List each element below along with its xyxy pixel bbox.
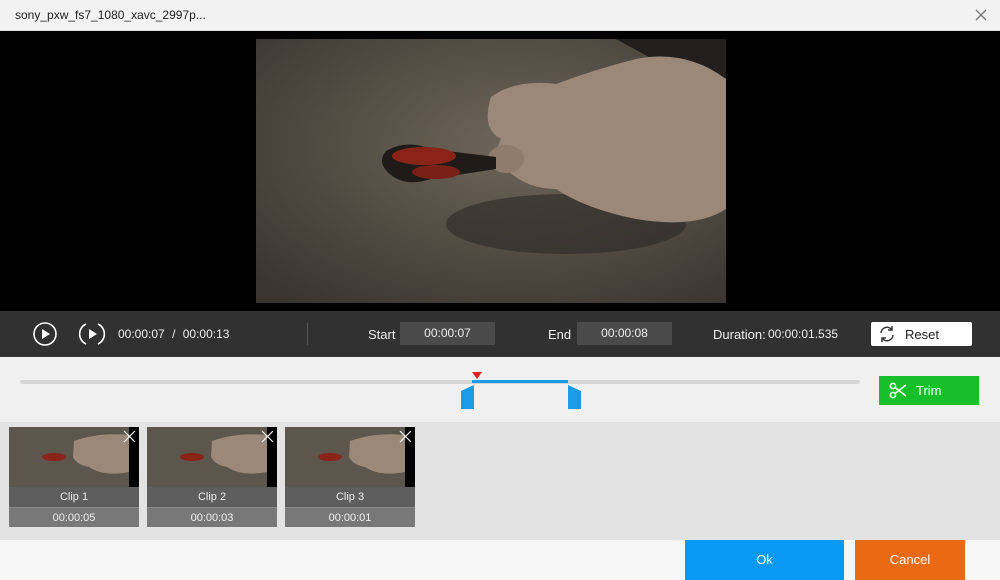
play-segment-icon[interactable] — [79, 321, 105, 347]
clip-duration: 00:00:03 — [147, 507, 277, 527]
clip-remove-icon[interactable] — [123, 430, 136, 443]
cancel-button[interactable]: Cancel — [855, 540, 965, 580]
current-time: 00:00:07 — [118, 327, 165, 341]
end-label: End — [548, 327, 572, 342]
clip-name: Clip 2 — [147, 487, 277, 507]
divider — [307, 323, 308, 345]
duration-value: 00:00:01.535 — [768, 327, 839, 341]
trim-timeline: Trim — [0, 357, 1000, 422]
duration-label: Duration: — [713, 327, 766, 342]
total-time: 00:00:13 — [182, 327, 230, 341]
end-time-input[interactable]: 00:00:08 — [577, 322, 672, 345]
clip-name: Clip 1 — [9, 487, 139, 507]
clip-remove-icon[interactable] — [261, 430, 274, 443]
selected-range — [472, 380, 568, 383]
video-preview — [0, 31, 1000, 311]
ok-button[interactable]: Ok — [685, 540, 844, 580]
window-title: sony_pxw_fs7_1080_xavc_2997p... — [15, 8, 206, 22]
playback-controls: 00:00:07 / 00:00:13 Start 00:00:07 End 0… — [0, 311, 1000, 357]
time-separator: / — [172, 327, 176, 341]
clip-thumbnail — [147, 427, 277, 487]
clip-item[interactable]: Clip 1 00:00:05 — [9, 427, 139, 527]
clip-duration: 00:00:05 — [9, 507, 139, 527]
trim-label: Trim — [916, 383, 942, 398]
start-time-input[interactable]: 00:00:07 — [400, 322, 495, 345]
close-icon[interactable] — [972, 6, 990, 24]
start-label: Start — [368, 327, 396, 342]
clip-duration: 00:00:01 — [285, 507, 415, 527]
refresh-icon — [880, 326, 894, 342]
scissors-icon — [889, 382, 907, 399]
clip-thumbnail — [9, 427, 139, 487]
title-bar: sony_pxw_fs7_1080_xavc_2997p... — [0, 0, 1000, 31]
end-handle[interactable] — [568, 385, 581, 409]
timeline-track[interactable] — [20, 380, 860, 384]
play-icon[interactable] — [32, 321, 58, 347]
clip-remove-icon[interactable] — [399, 430, 412, 443]
clip-name: Clip 3 — [285, 487, 415, 507]
clip-item[interactable]: Clip 3 00:00:01 — [285, 427, 415, 527]
clip-list: Clip 1 00:00:05 Clip 2 00:00:03 Clip 3 0… — [0, 422, 1000, 540]
playback-time: 00:00:07 / 00:00:13 — [118, 327, 229, 341]
clip-item[interactable]: Clip 2 00:00:03 — [147, 427, 277, 527]
start-handle[interactable] — [461, 385, 474, 409]
playhead-marker[interactable] — [472, 372, 482, 380]
trim-button[interactable]: Trim — [879, 376, 979, 405]
video-frame — [256, 39, 726, 303]
clip-thumbnail — [285, 427, 415, 487]
reset-button[interactable]: Reset — [871, 322, 972, 346]
reset-label: Reset — [905, 327, 939, 342]
dialog-footer: Ok Cancel — [0, 540, 1000, 580]
